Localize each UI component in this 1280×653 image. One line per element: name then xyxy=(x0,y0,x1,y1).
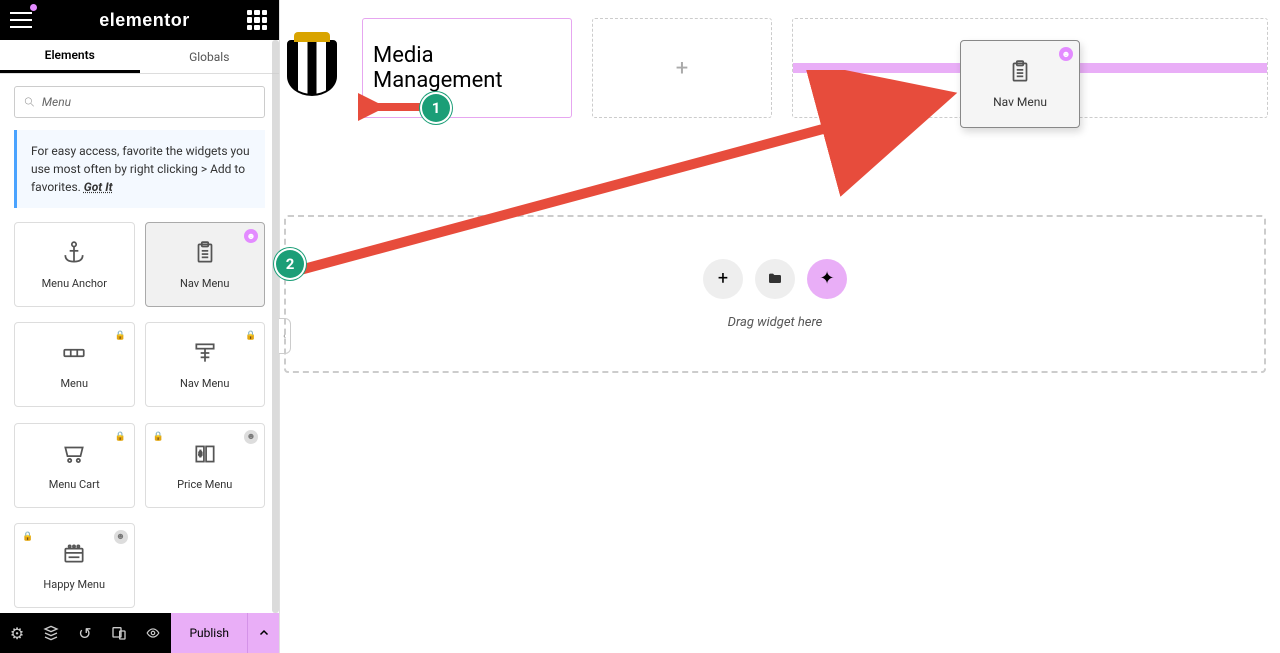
clipboard-list-icon xyxy=(192,240,218,266)
panel-tabs: Elements Globals xyxy=(0,40,279,74)
panel-footer: ⚙ ↺ Publish xyxy=(0,613,279,653)
widget-label: Menu Anchor xyxy=(42,277,107,290)
happy-menu-icon xyxy=(61,541,87,567)
search-icon xyxy=(23,95,36,109)
price-list-icon: $ xyxy=(192,441,218,467)
widget-label: Happy Menu xyxy=(43,578,105,591)
widget-price-menu[interactable]: 🔒 ☻ $ Price Menu xyxy=(145,423,266,508)
widget-label: Nav Menu xyxy=(180,277,229,290)
widget-nav-menu-2[interactable]: 🔒 Nav Menu xyxy=(145,322,266,407)
lock-icon: 🔒 xyxy=(244,329,258,343)
svg-text:$: $ xyxy=(198,450,202,458)
editor-canvas[interactable]: ‹ Media Management + ☻ Nav Menu + xyxy=(280,0,1280,653)
dragging-widget-label: Nav Menu xyxy=(993,95,1047,109)
widget-grid: Menu Anchor ☻ Nav Menu 🔒 Menu 🔒 Nav Menu… xyxy=(0,222,279,613)
widget-happy-menu[interactable]: 🔒 ☻ Happy Menu xyxy=(14,523,135,608)
brand-logo: elementor xyxy=(44,10,245,31)
tip-text: For easy access, favorite the widgets yo… xyxy=(31,144,250,194)
lock-icon: 🔒 xyxy=(152,430,166,444)
notification-dot-icon xyxy=(30,4,37,11)
apps-icon[interactable] xyxy=(245,8,269,32)
panel-header: elementor xyxy=(0,0,279,40)
lock-icon: 🔒 xyxy=(21,530,35,544)
pro-badge-icon: ☻ xyxy=(1059,47,1073,61)
nav-dropdown-icon xyxy=(192,340,218,366)
widget-menu-anchor[interactable]: Menu Anchor xyxy=(14,222,135,307)
dragging-widget-preview: ☻ Nav Menu xyxy=(960,40,1080,128)
cart-icon xyxy=(61,441,87,467)
settings-icon[interactable]: ⚙ xyxy=(0,613,34,653)
menu-toggle-icon[interactable] xyxy=(10,12,32,28)
menu-bar-icon xyxy=(61,340,87,366)
annotation-badge-1: 1 xyxy=(420,92,452,124)
clipboard-list-icon xyxy=(1007,59,1033,85)
pro-badge-icon: ☻ xyxy=(114,530,128,544)
lock-icon: 🔒 xyxy=(114,329,128,343)
pro-badge-icon: ☻ xyxy=(244,430,258,444)
widget-label: Price Menu xyxy=(177,478,232,491)
publish-button[interactable]: Publish xyxy=(171,613,247,653)
widget-menu-cart[interactable]: 🔒 Menu Cart xyxy=(14,423,135,508)
widget-nav-menu[interactable]: ☻ Nav Menu xyxy=(145,222,266,307)
widget-label: Menu xyxy=(60,377,88,390)
preview-icon[interactable] xyxy=(136,613,170,653)
tab-globals[interactable]: Globals xyxy=(140,40,280,73)
favorites-tip: For easy access, favorite the widgets yo… xyxy=(14,130,265,208)
annotation-badge-2: 2 xyxy=(274,248,306,280)
responsive-icon[interactable] xyxy=(102,613,136,653)
elements-panel: elementor Elements Globals For easy acce… xyxy=(0,0,280,653)
tip-gotit-link[interactable]: Got It xyxy=(84,180,113,194)
navigator-icon[interactable] xyxy=(34,613,68,653)
anchor-icon xyxy=(61,240,87,266)
search-widget-input[interactable] xyxy=(42,95,256,109)
widget-label: Nav Menu xyxy=(180,377,229,390)
annotation-arrow-2 xyxy=(290,70,970,290)
lock-icon: 🔒 xyxy=(114,430,128,444)
widget-menu[interactable]: 🔒 Menu xyxy=(14,322,135,407)
history-icon[interactable]: ↺ xyxy=(68,613,102,653)
dropzone-label: Drag widget here xyxy=(728,315,823,330)
pro-badge-icon: ☻ xyxy=(244,229,258,243)
search-widget-input-wrap[interactable] xyxy=(14,86,265,118)
widget-label: Menu Cart xyxy=(49,478,100,491)
tab-elements[interactable]: Elements xyxy=(0,40,140,73)
publish-options-button[interactable] xyxy=(247,613,279,653)
panel-scrollbar[interactable] xyxy=(272,40,279,613)
